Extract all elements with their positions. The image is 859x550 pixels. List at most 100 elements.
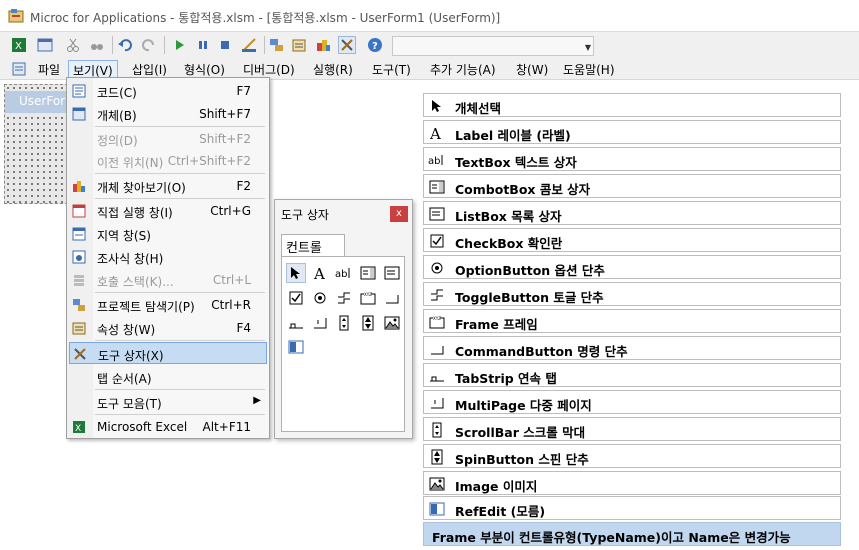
optionbutton-icon[interactable]	[310, 288, 330, 308]
view-menu-properties-label: 속성 창(W)	[97, 323, 156, 337]
object-browser-icon[interactable]	[314, 36, 332, 54]
togglebutton-icon[interactable]	[334, 288, 354, 308]
textbox-icon: ab	[428, 151, 446, 169]
view-menu-properties[interactable]: 속성 창(W) F4	[69, 317, 267, 339]
toolbox-icon[interactable]	[338, 36, 356, 54]
view-menu-microsoft-excel-label: Microsoft Excel	[97, 420, 188, 434]
control-list-item: MultiPage 다중 페이지	[423, 390, 841, 414]
view-menu-object-shortcut: Shift+F7	[199, 107, 251, 121]
redo-icon[interactable]	[140, 36, 158, 54]
control-list-text: Label 레이블 (라벨)	[455, 128, 571, 143]
spinbutton-icon	[428, 448, 446, 466]
title-bar: Microc for Applications - 통합적용.xlsm - [통…	[0, 0, 859, 32]
menu-window[interactable]: 창(W)	[512, 60, 552, 78]
svg-text:XYZ: XYZ	[364, 292, 372, 297]
multipage-icon	[428, 394, 446, 412]
checkbox-icon[interactable]	[286, 288, 306, 308]
userform-designer[interactable]: UserForm	[4, 84, 77, 204]
view-menu-toolbars[interactable]: 도구 모음(T) ▶	[69, 391, 267, 413]
image-icon[interactable]	[382, 313, 402, 333]
view-menu-object[interactable]: 개체(B) Shift+F7	[69, 103, 267, 125]
immediate-window-icon	[71, 203, 87, 219]
menu-addins[interactable]: 추가 기능(A)	[426, 60, 500, 78]
view-menu-code[interactable]: 코드(C) F7	[69, 80, 267, 102]
close-button[interactable]: x	[390, 206, 408, 222]
help-icon[interactable]: ?	[366, 36, 384, 54]
menu-debug[interactable]: 디버그(D)	[239, 60, 299, 78]
view-menu-last-position[interactable]: 이전 위치(N) Ctrl+Shift+F2	[69, 150, 267, 172]
view-menu-toolbox[interactable]: 도구 상자(X)	[69, 342, 267, 364]
menu-tools[interactable]: 도구(T)	[368, 60, 415, 78]
view-menu-tab-order[interactable]: 탭 순서(A)	[69, 366, 267, 388]
view-menu-definition[interactable]: 정의(D) Shift+F2	[69, 128, 267, 150]
control-list-item: CommandButton 명령 단추	[423, 336, 841, 360]
control-list-item: TabStrip 연속 탭	[423, 363, 841, 387]
control-list-text: ListBox 목록 상자	[455, 209, 562, 224]
view-menu-microsoft-excel-shortcut: Alt+F11	[202, 420, 251, 434]
control-list-item: Image 이미지	[423, 471, 841, 495]
multipage-icon[interactable]	[310, 313, 330, 333]
control-list-item: OptionButton 옵션 단추	[423, 255, 841, 279]
spinbutton-icon[interactable]	[358, 313, 378, 333]
run-icon[interactable]	[170, 36, 188, 54]
view-menu-call-stack-shortcut: Ctrl+L	[212, 273, 251, 287]
tab-controls[interactable]: 컨트롤	[281, 234, 345, 256]
view-menu-watch-label: 조사식 창(H)	[97, 252, 164, 266]
location-combo[interactable]: ▼	[392, 36, 594, 56]
refedit-icon	[428, 500, 446, 518]
commandbutton-icon[interactable]	[382, 288, 402, 308]
control-list-item: XYZ Frame 프레임	[423, 309, 841, 333]
menu-help[interactable]: 도움말(H)	[559, 60, 619, 78]
menu-insert[interactable]: 삽입(I)	[128, 60, 171, 78]
listbox-icon[interactable]	[382, 263, 402, 283]
scrollbar-icon[interactable]	[334, 313, 354, 333]
chevron-down-icon[interactable]: ▼	[585, 43, 591, 52]
label-icon: A	[428, 124, 446, 142]
properties-icon[interactable]	[290, 36, 308, 54]
undo-icon[interactable]	[116, 36, 134, 54]
view-menu-project-explorer[interactable]: 프로젝트 탐색기(P) Ctrl+R	[69, 294, 267, 316]
menu-view[interactable]: 보기(V)	[68, 60, 118, 78]
select-objects-icon	[428, 97, 446, 115]
locals-window-icon	[71, 226, 87, 242]
excel-icon[interactable]: X	[10, 36, 28, 54]
refedit-icon[interactable]	[286, 337, 306, 357]
design-mode-icon[interactable]	[240, 36, 258, 54]
control-list-item: ListBox 목록 상자	[423, 201, 841, 225]
svg-text:A: A	[429, 125, 441, 141]
textbox-icon[interactable]: ab	[334, 263, 354, 283]
menu-run[interactable]: 실행(R)	[309, 60, 357, 78]
select-objects-icon[interactable]	[286, 263, 306, 283]
view-menu-code-shortcut: F7	[236, 84, 251, 98]
view-menu-immediate[interactable]: 직접 실행 창(I) Ctrl+G	[69, 200, 267, 222]
view-menu-object-browser-label: 개체 찾아보기(O)	[97, 181, 186, 195]
control-list-item: ToggleButton 토글 단추	[423, 282, 841, 306]
view-menu-tab-order-label: 탭 순서(A)	[97, 372, 152, 386]
standard-toolbar: X ? ▼	[0, 32, 859, 58]
control-list-text: CheckBox 확인란	[455, 236, 563, 251]
tabstrip-icon[interactable]	[286, 313, 306, 333]
view-menu-microsoft-excel[interactable]: X Microsoft Excel Alt+F11	[69, 416, 267, 438]
menu-format[interactable]: 형식(O)	[180, 60, 229, 78]
svg-text:?: ?	[372, 41, 378, 52]
control-list-text: OptionButton 옵션 단추	[455, 263, 605, 278]
togglebutton-icon	[428, 286, 446, 304]
insert-userform-icon[interactable]	[36, 36, 54, 54]
frame-icon[interactable]: XYZ	[358, 288, 378, 308]
view-menu-watch[interactable]: 조사식 창(H)	[69, 246, 267, 268]
view-menu-locals[interactable]: 지역 창(S)	[69, 223, 267, 245]
control-list-text: CombotBox 콤보 상자	[455, 182, 591, 197]
reset-icon[interactable]	[216, 36, 234, 54]
label-icon[interactable]: A	[310, 263, 330, 283]
break-icon[interactable]	[194, 36, 212, 54]
find-icon[interactable]	[88, 36, 106, 54]
view-menu-call-stack[interactable]: 호출 스택(K)... Ctrl+L	[69, 269, 267, 291]
document-icon	[12, 62, 26, 79]
control-list-text: Image 이미지	[455, 479, 538, 494]
combobox-icon[interactable]	[358, 263, 378, 283]
cut-icon[interactable]	[64, 36, 82, 54]
menu-file[interactable]: 파일	[34, 60, 64, 78]
project-explorer-icon[interactable]	[268, 36, 286, 54]
view-menu-object-browser[interactable]: 개체 찾아보기(O) F2	[69, 175, 267, 197]
control-list-text: ToggleButton 토글 단추	[455, 290, 604, 305]
